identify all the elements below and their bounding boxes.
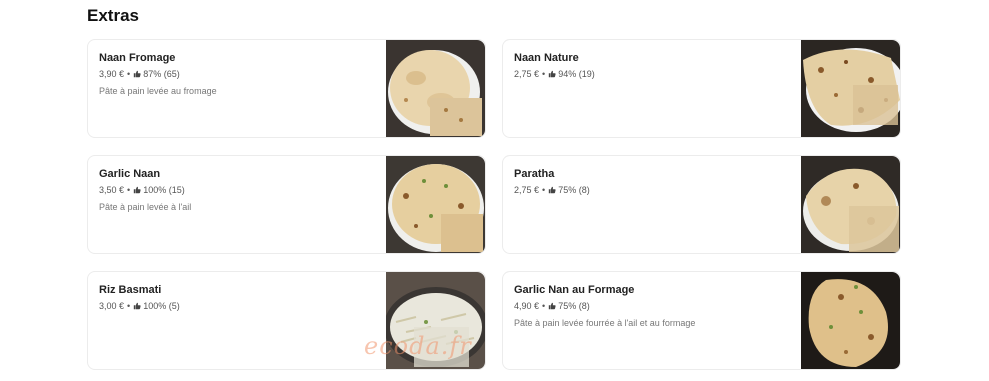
item-meta: 4,90 € • 75% (8) — [514, 300, 794, 312]
menu-item-card[interactable]: Garlic Naan 3,50 € • 100% (15) Pâte à pa… — [87, 155, 486, 254]
menu-grid: Naan Fromage 3,90 € • 87% (65) Pâte à pa… — [0, 0, 989, 381]
item-price: 4,90 € — [514, 301, 540, 311]
watermark: ecoda.fr — [364, 332, 472, 360]
item-info: Naan Nature 2,75 € • 94% (19) — [514, 51, 794, 85]
menu-item-card[interactable]: Naan Nature 2,75 € • 94% (19) — [502, 39, 901, 138]
item-price: 3,00 € — [99, 301, 125, 311]
item-rating: 100% (5) — [143, 301, 180, 311]
separator-dot: • — [127, 301, 131, 311]
item-meta: 3,90 € • 87% (65) — [99, 68, 379, 80]
thumbs-up-icon — [133, 70, 141, 78]
separator-dot: • — [127, 185, 131, 195]
thumbs-up-icon — [548, 186, 556, 194]
naan-cheese-photo — [386, 40, 485, 137]
item-rating: 87% (65) — [143, 69, 180, 79]
item-meta: 3,50 € • 100% (15) — [99, 184, 379, 196]
item-name: Naan Fromage — [99, 52, 176, 64]
garlic-cheese-naan-photo — [801, 272, 900, 369]
item-rating: 75% (8) — [558, 185, 590, 195]
item-price: 3,50 € — [99, 185, 125, 195]
item-name: Riz Basmati — [99, 284, 162, 296]
thumbs-up-icon — [133, 186, 141, 194]
thumbs-up-icon — [548, 70, 556, 78]
separator-dot: • — [542, 301, 546, 311]
garlic-naan-photo — [386, 156, 485, 253]
thumbs-up-icon — [548, 302, 556, 310]
item-info: Naan Fromage 3,90 € • 87% (65) Pâte à pa… — [99, 51, 379, 97]
item-info: Riz Basmati 3,00 € • 100% (5) — [99, 283, 379, 317]
item-meta: 2,75 € • 75% (8) — [514, 184, 794, 196]
item-info: Garlic Nan au Formage 4,90 € • 75% (8) P… — [514, 283, 794, 329]
item-info: Paratha 2,75 € • 75% (8) — [514, 167, 794, 201]
separator-dot: • — [542, 185, 546, 195]
menu-item-card[interactable]: Paratha 2,75 € • 75% (8) — [502, 155, 901, 254]
item-price: 2,75 € — [514, 185, 540, 195]
menu-item-card[interactable]: Naan Fromage 3,90 € • 87% (65) Pâte à pa… — [87, 39, 486, 138]
item-rating: 94% (19) — [558, 69, 595, 79]
separator-dot: • — [542, 69, 546, 79]
item-description: Pâte à pain levée à l'ail — [99, 202, 192, 212]
item-info: Garlic Naan 3,50 € • 100% (15) Pâte à pa… — [99, 167, 379, 213]
item-name: Naan Nature — [514, 52, 579, 64]
item-rating: 75% (8) — [558, 301, 590, 311]
item-price: 2,75 € — [514, 69, 540, 79]
naan-plain-photo — [801, 40, 900, 137]
item-price: 3,90 € — [99, 69, 125, 79]
separator-dot: • — [127, 69, 131, 79]
menu-item-card[interactable]: Garlic Nan au Formage 4,90 € • 75% (8) P… — [502, 271, 901, 370]
item-description: Pâte à pain levée fourrée à l'ail et au … — [514, 318, 696, 328]
item-meta: 2,75 € • 94% (19) — [514, 68, 794, 80]
item-name: Garlic Nan au Formage — [514, 284, 635, 296]
item-name: Garlic Naan — [99, 168, 161, 180]
item-meta: 3,00 € • 100% (5) — [99, 300, 379, 312]
item-description: Pâte à pain levée au fromage — [99, 86, 217, 96]
paratha-photo — [801, 156, 900, 253]
thumbs-up-icon — [133, 302, 141, 310]
item-name: Paratha — [514, 168, 555, 180]
item-rating: 100% (15) — [143, 185, 185, 195]
